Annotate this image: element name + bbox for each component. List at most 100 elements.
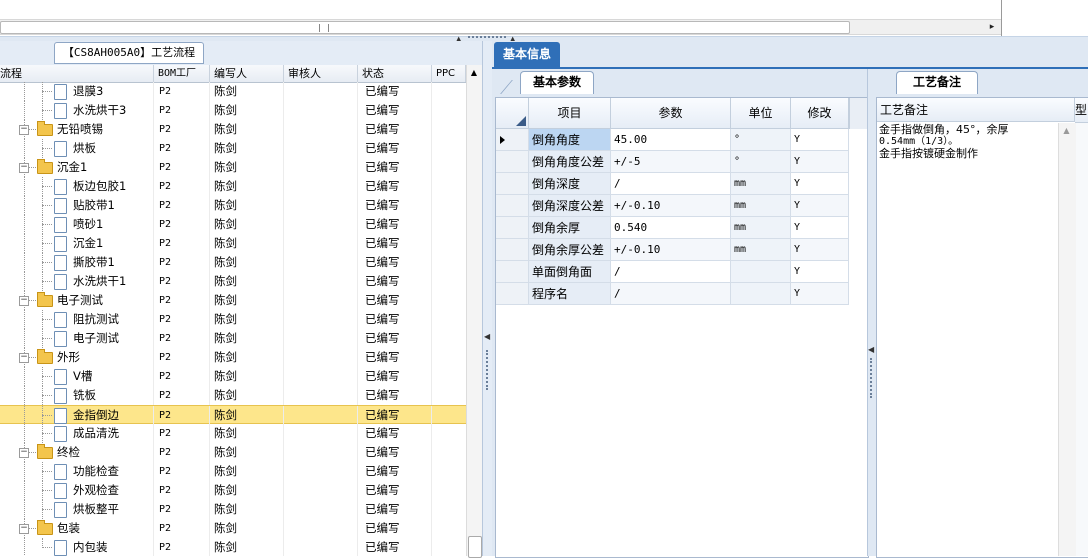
tree-vertical-scrollbar[interactable] (466, 65, 483, 556)
tree-row[interactable]: 阻抗测试 P2 陈剑 已编写 (0, 310, 466, 329)
tree-row[interactable]: 板边包胶1 P2 陈剑 已编写 (0, 177, 466, 196)
tree-row[interactable]: 外观检查 P2 陈剑 已编写 (0, 481, 466, 500)
process-flow-tab[interactable]: 【CS8AH005A0】工艺流程 (54, 42, 204, 64)
collapse-toggle-icon[interactable]: − (19, 125, 29, 135)
tree-row[interactable]: 成品清洗 P2 陈剑 已编写 (0, 424, 466, 443)
param-row[interactable]: 倒角深度 / mm Y (496, 173, 868, 195)
param-row[interactable]: 单面倒角面 / Y (496, 261, 868, 283)
param-value-cell[interactable]: 45.00 (611, 129, 731, 151)
collapse-toggle-icon[interactable]: − (19, 296, 29, 306)
row-selector[interactable] (496, 283, 529, 305)
param-item-cell[interactable]: 倒角余厚 (529, 217, 611, 239)
tab-process-notes[interactable]: 工艺备注 (896, 71, 978, 94)
tree-row[interactable]: V槽 P2 陈剑 已编写 (0, 367, 466, 386)
param-value-cell[interactable]: +/-0.10 (611, 239, 731, 261)
process-notes-text[interactable]: 金手指做倒角，45°，余厚 0.54mm（1/3）。 金手指按镀硬金制作 (879, 124, 1059, 160)
param-value-cell[interactable]: 0.540 (611, 217, 731, 239)
param-modify-cell[interactable]: Y (791, 283, 849, 305)
param-item-cell[interactable]: 单面倒角面 (529, 261, 611, 283)
scroll-up-arrow-icon[interactable]: ▲ (466, 66, 482, 80)
param-item-cell[interactable]: 倒角余厚公差 (529, 239, 611, 261)
collapse-toggle-icon[interactable]: − (19, 448, 29, 458)
param-unit-cell[interactable] (731, 283, 791, 305)
param-item-cell[interactable]: 程序名 (529, 283, 611, 305)
param-modify-cell[interactable]: Y (791, 217, 849, 239)
param-row[interactable]: 倒角余厚公差 +/-0.10 mm Y (496, 239, 868, 261)
tree-row[interactable]: 功能检查 P2 陈剑 已编写 (0, 462, 466, 481)
scrollbar-thumb[interactable] (0, 21, 850, 34)
collapse-left-icon[interactable]: ◀ (868, 345, 874, 354)
scroll-right-arrow-icon[interactable]: ▸ (986, 21, 998, 33)
param-item-cell[interactable]: 倒角深度公差 (529, 195, 611, 217)
row-selector[interactable] (496, 217, 529, 239)
param-row[interactable]: 倒角角度 45.00 ° Y (496, 129, 868, 151)
tab-basic-params[interactable]: 基本参数 (520, 71, 594, 94)
tree-row[interactable]: 撕胶带1 P2 陈剑 已编写 (0, 253, 466, 272)
tree-row[interactable]: 沉金1 P2 陈剑 已编写 (0, 234, 466, 253)
param-item-cell[interactable]: 倒角角度 (529, 129, 611, 151)
column-header-flow[interactable]: 流程 (0, 65, 154, 82)
grid-header-value[interactable]: 参数 (611, 98, 731, 129)
row-selector[interactable] (496, 129, 529, 151)
row-selector[interactable] (496, 173, 529, 195)
row-selector[interactable] (496, 195, 529, 217)
tree-row[interactable]: 电子测试 P2 陈剑 已编写 (0, 329, 466, 348)
notes-scrollbar[interactable] (1058, 123, 1076, 556)
tree-row[interactable]: 铣板 P2 陈剑 已编写 (0, 386, 466, 405)
tree-row[interactable]: − 电子测试 P2 陈剑 已编写 (0, 291, 466, 310)
tree-row[interactable]: 退膜3 P2 陈剑 已编写 (0, 82, 466, 101)
param-row[interactable]: 倒角角度公差 +/-5 ° Y (496, 151, 868, 173)
tree-row[interactable]: 贴胶带1 P2 陈剑 已编写 (0, 196, 466, 215)
collapse-toggle-icon[interactable]: − (19, 163, 29, 173)
param-unit-cell[interactable]: ° (731, 151, 791, 173)
param-item-cell[interactable]: 倒角角度公差 (529, 151, 611, 173)
notes-column-header[interactable]: 工艺备注 (877, 98, 1075, 122)
tree-row[interactable]: 水洗烘干3 P2 陈剑 已编写 (0, 101, 466, 120)
scroll-up-arrow-icon[interactable]: ▲ (1058, 126, 1075, 135)
param-modify-cell[interactable]: Y (791, 129, 849, 151)
param-value-cell[interactable]: / (611, 173, 731, 195)
splitter-grip[interactable] (870, 358, 874, 398)
param-modify-cell[interactable]: Y (791, 151, 849, 173)
row-selector[interactable] (496, 151, 529, 173)
column-header-reviewer[interactable]: 审核人 (284, 65, 358, 82)
param-row[interactable]: 倒角深度公差 +/-0.10 mm Y (496, 195, 868, 217)
tree-row[interactable]: − 无铅喷锡 P2 陈剑 已编写 (0, 120, 466, 139)
row-selector[interactable] (496, 261, 529, 283)
tree-row[interactable]: − 终检 P2 陈剑 已编写 (0, 443, 466, 462)
param-item-cell[interactable]: 倒角深度 (529, 173, 611, 195)
tree-row[interactable]: 水洗烘干1 P2 陈剑 已编写 (0, 272, 466, 291)
tree-row[interactable]: − 包装 P2 陈剑 已编写 (0, 519, 466, 538)
collapse-left-icon[interactable]: ◀ (484, 332, 490, 341)
grid-header-unit[interactable]: 单位 (731, 98, 791, 129)
param-value-cell[interactable]: / (611, 261, 731, 283)
column-header-writer[interactable]: 编写人 (210, 65, 284, 82)
column-header-bom[interactable]: BOM工厂 (154, 65, 210, 82)
param-unit-cell[interactable]: mm (731, 173, 791, 195)
grid-header-item[interactable]: 项目 (529, 98, 611, 129)
collapse-toggle-icon[interactable]: − (19, 353, 29, 363)
grid-header-modify[interactable]: 修改 (791, 98, 849, 129)
param-value-cell[interactable]: +/-5 (611, 151, 731, 173)
tree-row[interactable]: − 沉金1 P2 陈剑 已编写 (0, 158, 466, 177)
param-unit-cell[interactable]: ° (731, 129, 791, 151)
param-value-cell[interactable]: +/-0.10 (611, 195, 731, 217)
horizontal-scrollbar[interactable]: ▸ (0, 19, 1001, 35)
param-modify-cell[interactable]: Y (791, 173, 849, 195)
tree-row[interactable]: 内包装 P2 陈剑 已编写 (0, 538, 466, 556)
row-selector[interactable] (496, 239, 529, 261)
param-modify-cell[interactable]: Y (791, 261, 849, 283)
tree-row[interactable]: 喷砂1 P2 陈剑 已编写 (0, 215, 466, 234)
collapse-toggle-icon[interactable]: − (19, 524, 29, 534)
tree-row[interactable]: − 外形 P2 陈剑 已编写 (0, 348, 466, 367)
tab-basic-info[interactable]: 基本信息 (494, 42, 560, 67)
param-value-cell[interactable]: / (611, 283, 731, 305)
tree-row[interactable]: 金指倒边 P2 陈剑 已编写 (0, 405, 466, 425)
scrollbar-thumb[interactable] (468, 536, 482, 558)
param-modify-cell[interactable]: Y (791, 195, 849, 217)
tree-row[interactable]: 烘板整平 P2 陈剑 已编写 (0, 500, 466, 519)
param-unit-cell[interactable]: mm (731, 239, 791, 261)
param-unit-cell[interactable] (731, 261, 791, 283)
param-row[interactable]: 程序名 / Y (496, 283, 868, 305)
notes-column-header-2[interactable]: 型 (1075, 98, 1088, 123)
